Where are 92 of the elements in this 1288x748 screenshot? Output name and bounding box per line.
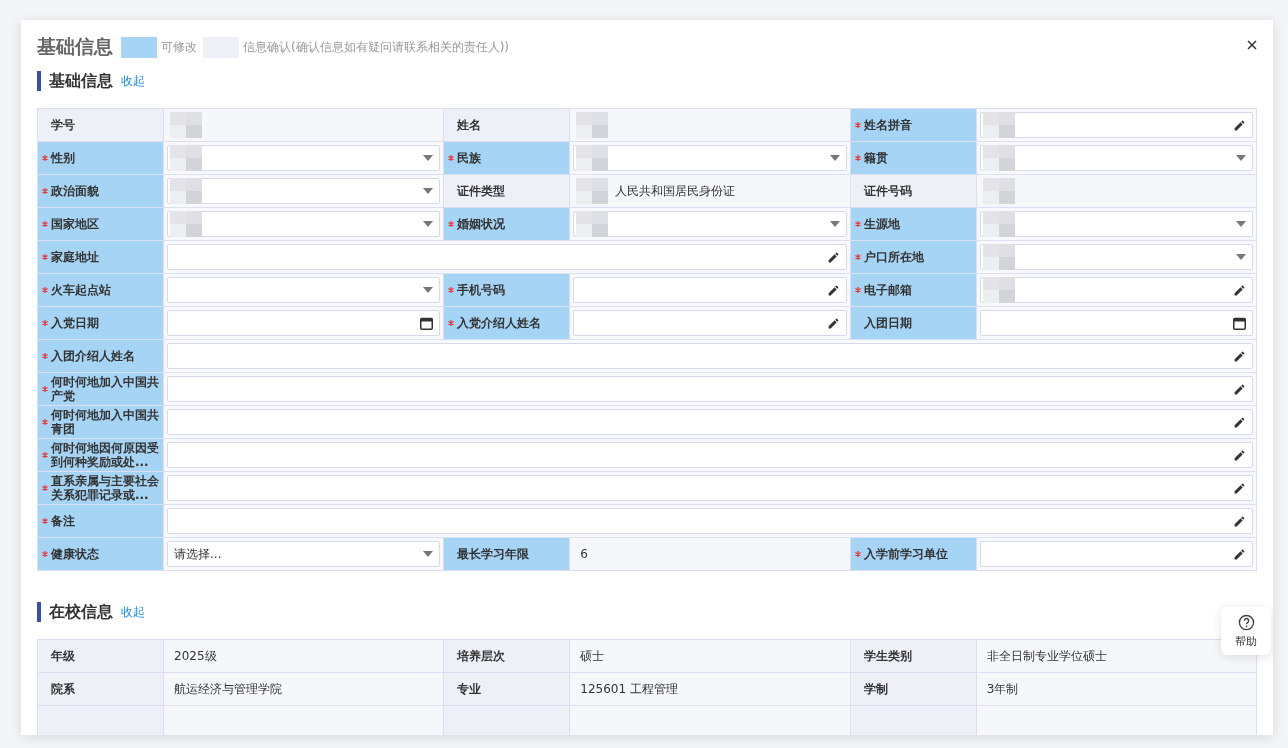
field-label: 家庭地址	[38, 241, 163, 273]
field-label: 学制	[850, 673, 976, 705]
select-field[interactable]	[167, 277, 441, 303]
value-cell: 硕士	[570, 640, 850, 672]
field-label: 证件类型	[444, 175, 570, 207]
field-label: 入团日期	[850, 307, 976, 339]
caret-icon	[423, 155, 434, 161]
value-cell: 人民共和国居民身份证	[570, 175, 850, 207]
field-label: 婚姻状况	[444, 208, 570, 240]
pencil-icon	[1233, 349, 1246, 363]
caret-icon	[1236, 155, 1246, 161]
value-cell: 6	[570, 538, 850, 570]
pencil-icon	[1233, 547, 1246, 561]
calendar-icon	[420, 316, 434, 330]
caret-icon	[423, 287, 434, 293]
close-button[interactable]	[1245, 38, 1259, 52]
field-label: 直系亲属与主要社会关系犯罪记录或...	[38, 472, 163, 504]
pencil-icon	[1233, 382, 1246, 396]
value-cell: 航运经济与管理学院	[164, 673, 444, 705]
field-label: 证件号码	[850, 175, 976, 207]
input-field[interactable]	[167, 343, 1253, 369]
section-title: 基础信息	[37, 71, 113, 91]
field-label: 院系	[38, 673, 163, 705]
field-label: 籍贯	[850, 142, 976, 174]
field-label: 备注	[38, 505, 163, 537]
field-label: 性别	[38, 142, 163, 174]
dialog-title: 基础信息	[37, 34, 113, 59]
legend-label: 可修改	[161, 38, 197, 56]
caret-icon	[423, 551, 434, 557]
input-field[interactable]	[167, 409, 1253, 435]
field-label: 健康状态	[38, 538, 163, 570]
select-field[interactable]: 请选择...	[167, 541, 441, 567]
value-cell: 2025级	[164, 640, 444, 672]
caret-icon	[423, 188, 434, 194]
input-field[interactable]	[979, 541, 1253, 567]
pencil-icon	[1233, 283, 1246, 297]
collapse-link[interactable]: 收起	[121, 603, 145, 621]
field-label: 入党日期	[38, 307, 163, 339]
field-label: 民族	[444, 142, 570, 174]
pencil-icon	[826, 283, 840, 297]
caret-icon	[423, 221, 434, 227]
pencil-icon	[1233, 448, 1246, 462]
pencil-icon	[1233, 481, 1246, 495]
field-label: 何时何地加入中国共产党	[38, 373, 163, 405]
question-icon	[1237, 613, 1255, 631]
field-label: 国家地区	[38, 208, 163, 240]
field-label: 入学前学习单位	[850, 538, 976, 570]
field-label: 电子邮箱	[850, 274, 976, 306]
pencil-icon	[1233, 118, 1246, 132]
pencil-icon	[1233, 514, 1246, 528]
field-label: 姓名	[444, 109, 570, 141]
field-label: 何时何地加入中国共青团	[38, 406, 163, 438]
input-field[interactable]	[573, 277, 847, 303]
field-label: 学生类别	[850, 640, 976, 672]
input-field[interactable]	[167, 508, 1253, 534]
field-label: 入团介绍人姓名	[38, 340, 163, 372]
input-field[interactable]	[167, 376, 1253, 402]
value-cell: 3年制	[976, 673, 1256, 705]
close-icon	[1247, 40, 1257, 50]
field-label: 手机号码	[444, 274, 570, 306]
field-label: 年级	[38, 640, 163, 672]
help-button[interactable]: 帮助	[1221, 607, 1271, 655]
collapse-link[interactable]: 收起	[121, 72, 145, 90]
caret-icon	[1236, 254, 1246, 260]
caret-icon	[829, 155, 840, 161]
field-label: 姓名拼音	[850, 109, 976, 141]
pencil-icon	[826, 316, 840, 330]
field-label: 入党介绍人姓名	[444, 307, 570, 339]
input-field[interactable]	[167, 244, 847, 270]
field-label: 最长学习年限	[444, 538, 570, 570]
input-field[interactable]	[573, 310, 847, 336]
date-field[interactable]	[979, 310, 1253, 336]
field-label: 培养层次	[444, 640, 570, 672]
section-title: 在校信息	[37, 602, 113, 622]
input-field[interactable]	[167, 442, 1253, 468]
value-cell: 125601 工程管理	[570, 673, 850, 705]
pencil-icon	[826, 250, 840, 264]
caret-icon	[829, 221, 840, 227]
legend-label: 信息确认(确认信息如有疑问请联系相关的责任人))	[243, 38, 510, 56]
field-label: 学号	[38, 109, 163, 141]
field-label: 政治面貌	[38, 175, 163, 207]
caret-icon	[1236, 221, 1246, 227]
input-field[interactable]	[167, 475, 1253, 501]
field-label: 何时何地因何原因受到何种奖励或处...	[38, 439, 163, 471]
legend-swatch	[121, 36, 157, 58]
field-label: 生源地	[850, 208, 976, 240]
pencil-icon	[1233, 415, 1246, 429]
date-field[interactable]	[167, 310, 441, 336]
field-label: 火车起点站	[38, 274, 163, 306]
field-label: 专业	[444, 673, 570, 705]
calendar-icon	[1233, 316, 1246, 330]
field-label: 户口所在地	[850, 241, 976, 273]
